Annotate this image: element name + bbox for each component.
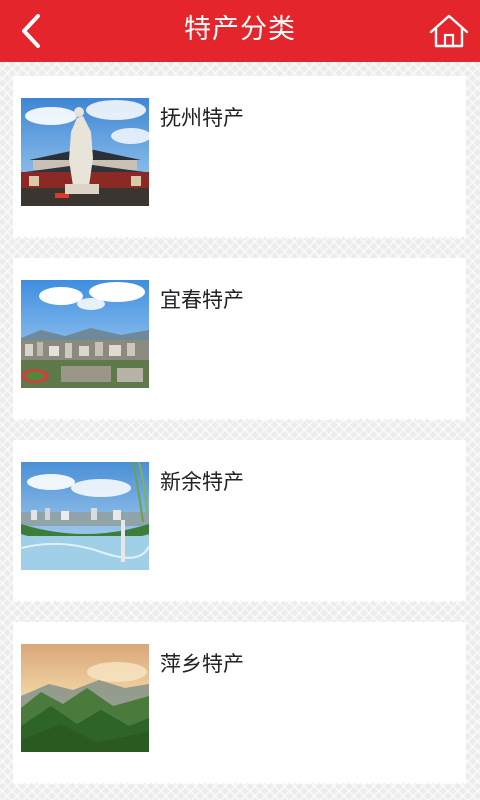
category-card-yichun[interactable]: 宜春特产 — [13, 258, 466, 423]
category-label: 抚州特产 — [160, 106, 244, 130]
home-button[interactable] — [426, 8, 472, 54]
category-label: 宜春特产 — [160, 288, 244, 312]
statue-temple-photo — [21, 98, 149, 206]
riverside-city-photo — [21, 462, 149, 570]
category-card-pingxiang[interactable]: 萍乡特产 — [13, 622, 466, 787]
category-card-fuzhou[interactable]: 抚州特产 — [13, 76, 466, 241]
category-label: 萍乡特产 — [160, 652, 244, 676]
category-card-xinyu[interactable]: 新余特产 — [13, 440, 466, 605]
city-aerial-photo — [21, 280, 149, 388]
app-header: 特产分类 — [0, 0, 480, 62]
category-label: 新余特产 — [160, 470, 244, 494]
page-title: 特产分类 — [184, 14, 296, 45]
mountain-sunrise-photo — [21, 644, 149, 752]
home-icon — [429, 14, 469, 48]
